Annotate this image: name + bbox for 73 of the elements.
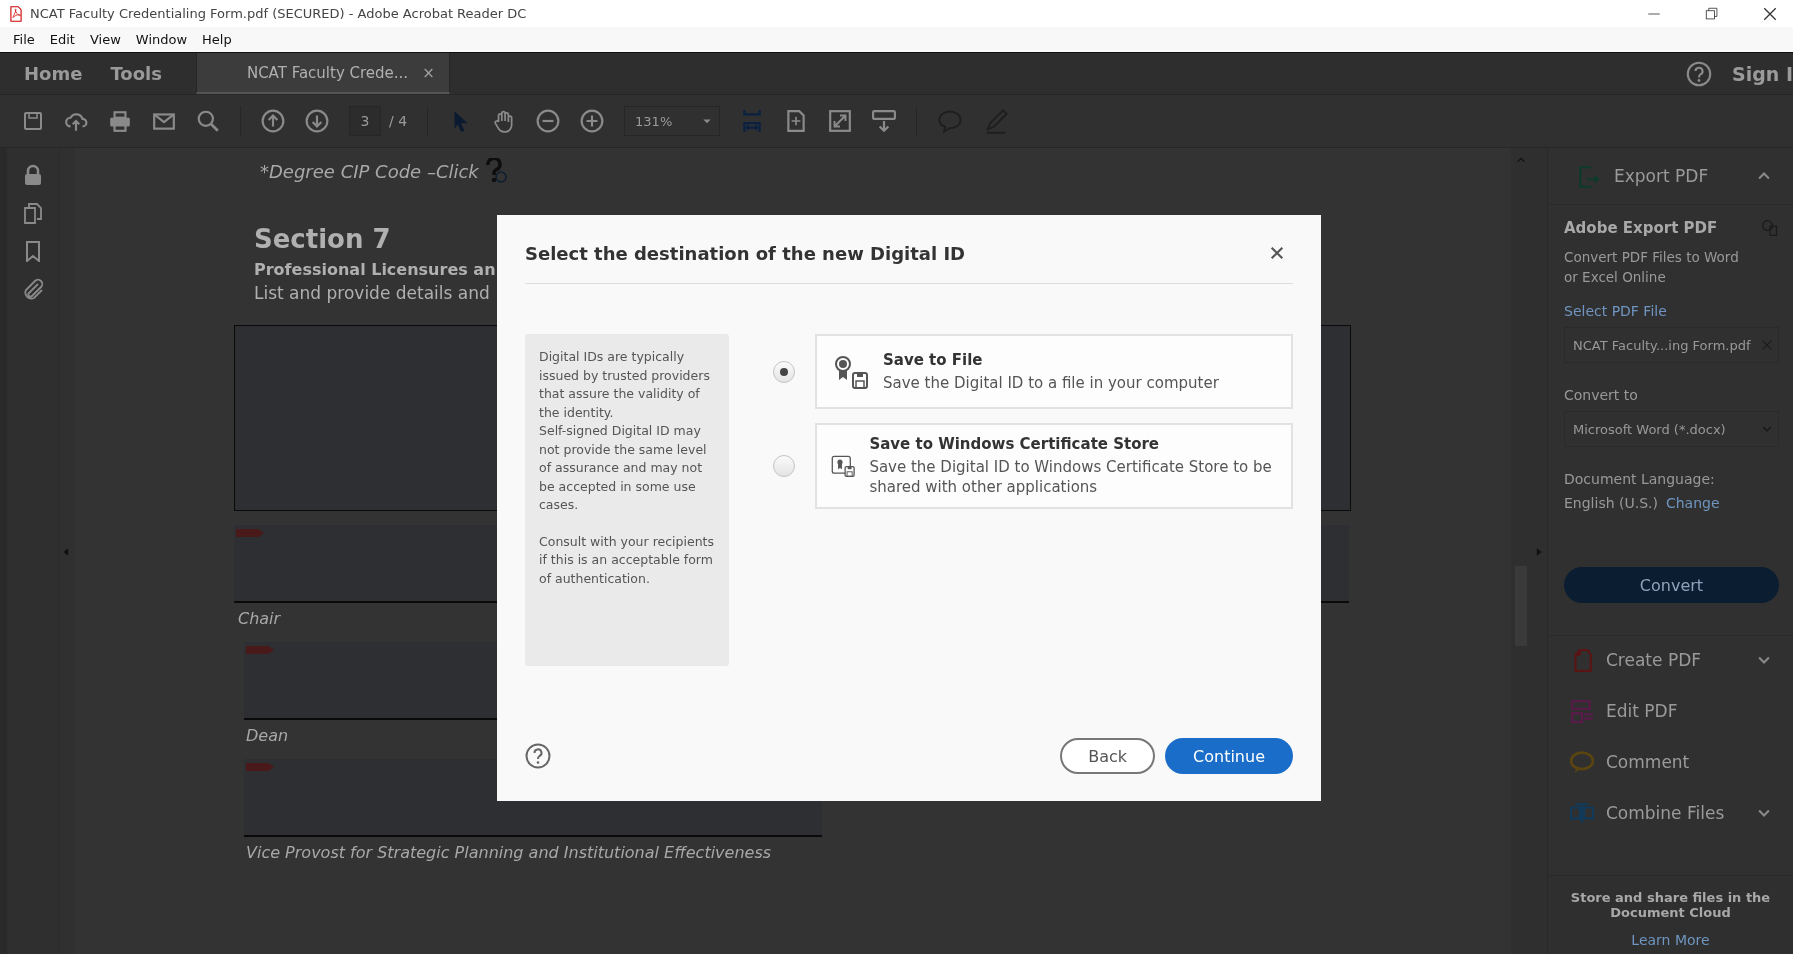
signature-label: Chair	[238, 609, 281, 628]
nav-tab[interactable]: Tools	[96, 53, 176, 94]
cloud-promo-text: Store and share files in the Document Cloud	[1570, 890, 1771, 920]
info-text: Self-signed Digital ID may not provide the same level of assurance and may not be accepted in some use cases.	[539, 422, 708, 514]
signature-label: Dean	[246, 726, 289, 745]
section-title: Section 7	[254, 224, 391, 254]
continue-button[interactable]: Continue	[1165, 738, 1293, 774]
section-intro: List and provide details and	[254, 283, 490, 303]
menu-item[interactable]: Window	[128, 32, 196, 47]
dialog-help-icon[interactable]	[525, 743, 551, 769]
tab-close-button[interactable]: ×	[422, 63, 435, 82]
tool-item[interactable]: Create PDF	[1606, 650, 1743, 670]
tool-item[interactable]: Combine Files	[1606, 803, 1743, 823]
cip-code-text: *Degree CIP Code –Click	[260, 160, 479, 182]
pages-icon[interactable]	[22, 202, 44, 224]
save-icon[interactable]	[22, 110, 44, 132]
nav-tab[interactable]: Home	[10, 53, 97, 94]
change-link[interactable]: Change	[1665, 495, 1720, 511]
pdf-file-icon	[8, 5, 24, 22]
signature-flag-icon	[246, 646, 274, 654]
dialog-title: Select the destination of the new Digital ID	[525, 242, 965, 264]
edit-pdf-icon	[1570, 699, 1594, 723]
info-text: Digital IDs are typically issued by trusted providers that assure the validity of the identity.	[539, 348, 711, 422]
menu-item[interactable]: View	[82, 32, 129, 47]
tool-item[interactable]: Comment	[1606, 752, 1773, 772]
file-name-field[interactable]: NCAT Faculty...ing Form.pdf	[1564, 327, 1779, 363]
panel-description: Convert PDF Files to Word or Excel Online	[1564, 248, 1740, 287]
sign-in-link[interactable]: Sign I	[1732, 62, 1793, 85]
back-button[interactable]: Back	[1060, 738, 1156, 774]
combine-files-icon	[1570, 801, 1594, 825]
lock-icon[interactable]	[22, 164, 44, 186]
tool-item[interactable]: Edit PDF	[1606, 701, 1773, 721]
option-description: Save the Digital ID to a file in your computer	[883, 372, 1219, 393]
panel-heading: Adobe Export PDF	[1564, 219, 1718, 237]
select-pdf-link[interactable]: Select PDF File	[1564, 303, 1667, 319]
dialog-close-icon[interactable]	[1269, 245, 1285, 261]
help-icon[interactable]	[1686, 60, 1712, 87]
section-subtitle: Professional Licensures an	[254, 260, 496, 279]
signature-flag-icon	[246, 763, 274, 771]
option-card[interactable]: Save to File Save the Digital ID to a file in your computer	[815, 334, 1293, 409]
option-title: Save to File	[883, 350, 984, 369]
page-total: / 4	[389, 113, 408, 129]
language-value: English (U.S.)	[1564, 495, 1658, 511]
search-icon[interactable]	[196, 109, 220, 133]
read-mode-icon[interactable]	[872, 109, 897, 133]
window-title: NCAT Faculty Credentialing Form.pdf (SECURED) - Adobe Acrobat Reader DC	[30, 6, 528, 21]
zoom-in-icon[interactable]	[580, 109, 605, 133]
menu-item[interactable]: Help	[195, 32, 240, 47]
signature-label: Vice Provost for Strategic Planning and Institutional Effectiveness	[246, 843, 772, 862]
menu-item[interactable]: File	[6, 32, 43, 47]
zoom-dropdown[interactable]: 131%	[624, 106, 721, 136]
radio-button[interactable]	[773, 360, 795, 383]
info-text: Consult with your recipients if this is an acceptable form of authentication.	[539, 532, 715, 588]
convert-to-label: Convert to	[1564, 387, 1638, 403]
document-tab[interactable]: NCAT Faculty Crede... ×	[195, 53, 450, 94]
convert-button[interactable]: Convert	[1564, 567, 1779, 603]
zoom-out-icon[interactable]	[536, 109, 561, 133]
language-label: Document Language:	[1564, 471, 1715, 487]
learn-more-link[interactable]: Learn More	[1631, 932, 1710, 948]
print-icon[interactable]	[108, 109, 132, 133]
radio-button[interactable]	[773, 455, 795, 477]
export-pdf-icon	[1576, 164, 1600, 188]
page-number-field[interactable]: 3	[349, 106, 381, 136]
format-dropdown[interactable]: Microsoft Word (*.docx)	[1564, 411, 1779, 447]
speech-bubble-icon	[1570, 750, 1594, 774]
menu-item[interactable]: Edit	[42, 32, 83, 47]
full-screen-icon[interactable]	[828, 109, 853, 133]
option-card[interactable]: Save to Windows Certificate Store Save the Digital ID to Windows Certificate Store to be shared with other applications	[815, 423, 1293, 509]
signature-flag-icon	[236, 529, 264, 537]
export-pdf-header[interactable]: Export PDF	[1614, 166, 1741, 186]
option-description: Save the Digital ID to Windows Certificate Store to be shared with other applications	[869, 457, 1273, 497]
option-title: Save to Windows Certificate Store	[869, 435, 1161, 453]
paperclip-icon[interactable]	[22, 278, 44, 300]
